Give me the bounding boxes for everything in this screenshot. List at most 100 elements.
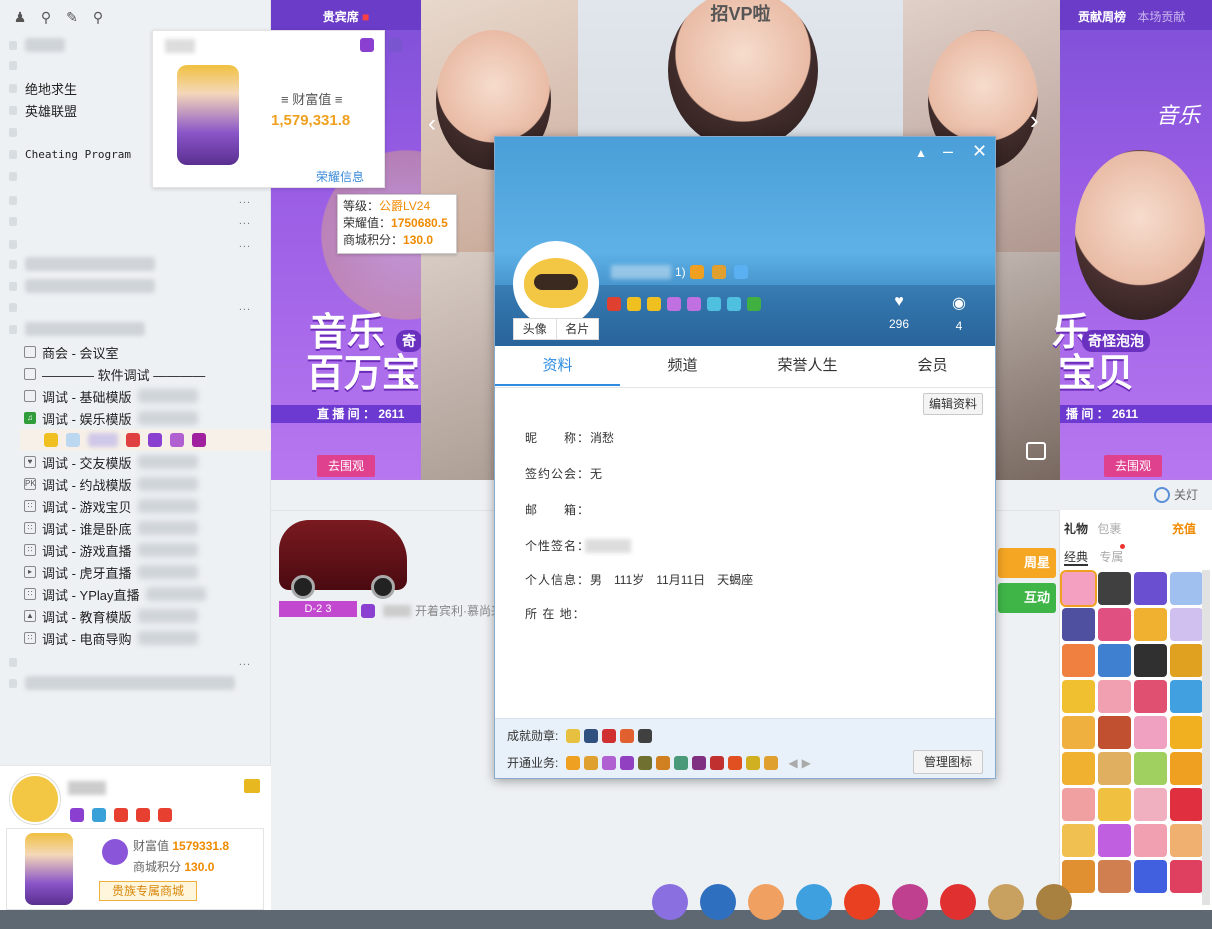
channel-item[interactable]: ∷ 调试 - YPlay直播	[24, 583, 271, 605]
service-icon[interactable]	[728, 755, 743, 770]
channel-item[interactable]: ♥ 调试 - 交友模版	[24, 451, 271, 473]
noble-mall-button[interactable]: 贵族专属商城	[99, 881, 197, 901]
gift-item[interactable]	[1098, 752, 1131, 785]
activity-icon[interactable]	[988, 884, 1024, 920]
gift-item[interactable]	[1170, 572, 1203, 605]
activity-icon[interactable]	[796, 884, 832, 920]
gift-item[interactable]	[1062, 824, 1095, 857]
note-icon[interactable]: ✎	[64, 9, 80, 25]
tab-gifts[interactable]: 礼物	[1064, 522, 1088, 536]
gift-item[interactable]	[1170, 860, 1203, 893]
activity-icon[interactable]	[1036, 884, 1072, 920]
gift-item[interactable]	[1170, 644, 1203, 677]
service-icon[interactable]	[764, 755, 779, 770]
search-icon[interactable]: ⚲	[90, 9, 106, 25]
recharge-link[interactable]: 充值	[1172, 520, 1196, 537]
gift-item[interactable]	[1098, 680, 1131, 713]
more-dots[interactable]: ...	[239, 301, 251, 313]
scroll-right-icon[interactable]: ▶	[802, 756, 811, 770]
gift-item[interactable]	[1098, 572, 1131, 605]
light-off-toggle[interactable]: 关灯	[1154, 486, 1198, 503]
prev-arrow-icon[interactable]: ‹	[428, 110, 436, 138]
channel-item[interactable]: 调试 - 基础模版	[24, 385, 271, 407]
more-dots[interactable]: ...	[239, 215, 251, 227]
channel-item[interactable]: ∷ 调试 - 游戏宝贝	[24, 495, 271, 517]
gift-item[interactable]	[1134, 608, 1167, 641]
service-icon[interactable]	[674, 755, 689, 770]
gift-item[interactable]	[1062, 788, 1095, 821]
sidebar-row[interactable]: ...	[0, 210, 271, 232]
channel-item[interactable]: ▸ 调试 - 虎牙直播	[24, 561, 271, 583]
gift-item[interactable]	[1170, 788, 1203, 821]
vip-seat-label[interactable]: 贵宾席 ■	[271, 0, 421, 30]
gift-item[interactable]	[1062, 716, 1095, 749]
go-watch-button[interactable]: 去围观	[317, 455, 375, 477]
wallet-icon[interactable]	[244, 779, 260, 793]
achievement-icon[interactable]	[584, 728, 599, 743]
service-icon[interactable]	[566, 755, 581, 770]
sidebar-row[interactable]: ...	[0, 296, 271, 318]
sidebar-row[interactable]: ...	[0, 189, 271, 211]
sidebar-row[interactable]	[0, 672, 271, 694]
more-dots[interactable]: ...	[239, 238, 251, 250]
service-icon[interactable]	[584, 755, 599, 770]
achievement-icon[interactable]	[620, 728, 635, 743]
channel-item[interactable]: ∷ 调试 - 谁是卧底	[24, 517, 271, 539]
gift-item[interactable]	[1098, 788, 1131, 821]
channel-item[interactable]: ∷ 调试 - 电商导购	[24, 627, 271, 649]
gift-item[interactable]	[1134, 680, 1167, 713]
sidebar-row[interactable]: ...	[0, 233, 271, 255]
sidebar-row[interactable]: ...	[0, 651, 271, 673]
manage-icons-button[interactable]: 管理图标	[913, 750, 983, 774]
likes-stat[interactable]: ♥ 296	[875, 293, 923, 331]
edit-profile-button[interactable]: 编辑资料	[923, 393, 983, 415]
gift-item[interactable]	[1098, 644, 1131, 677]
gift-item[interactable]	[1134, 788, 1167, 821]
week-star-button[interactable]: 周星	[998, 548, 1056, 578]
gift-item[interactable]	[1098, 824, 1131, 857]
tab-show-rank[interactable]: 本场贡献	[1137, 10, 1185, 24]
skin-icon[interactable]: ▲	[915, 146, 927, 160]
service-icon[interactable]	[656, 755, 671, 770]
honor-info-link[interactable]: 荣耀信息	[316, 168, 364, 185]
gift-item[interactable]	[1170, 752, 1203, 785]
gift-item[interactable]	[1062, 608, 1095, 641]
gift-item[interactable]	[1134, 644, 1167, 677]
activity-icon[interactable]	[748, 884, 784, 920]
channel-item[interactable]: PK 调试 - 约战模版	[24, 473, 271, 495]
channel-item[interactable]: ———— 软件调试 ————	[24, 363, 271, 385]
achievement-icon[interactable]	[602, 728, 617, 743]
gift-item[interactable]	[1098, 608, 1131, 641]
tab-package[interactable]: 包裹	[1097, 522, 1121, 536]
gift-item[interactable]	[1170, 824, 1203, 857]
gift-item[interactable]	[1170, 608, 1203, 641]
scroll-left-icon[interactable]: ◀	[788, 756, 797, 770]
sidebar-row[interactable]	[0, 253, 271, 275]
gift-item[interactable]	[1134, 824, 1167, 857]
gift-item[interactable]	[1170, 716, 1203, 749]
tab-profile[interactable]: 资料	[495, 346, 620, 386]
gift-item[interactable]	[1098, 716, 1131, 749]
service-icon[interactable]	[638, 755, 653, 770]
gift-item[interactable]	[1062, 644, 1095, 677]
badges-stat[interactable]: ◉ 4	[935, 293, 983, 333]
tab-honor[interactable]: 荣誉人生	[745, 346, 870, 386]
card-button[interactable]: 名片	[557, 319, 599, 339]
achievement-icon[interactable]	[638, 728, 653, 743]
location-icon[interactable]: ⚲	[38, 9, 54, 25]
gift-item[interactable]	[1134, 716, 1167, 749]
contacts-icon[interactable]: ♟	[12, 9, 28, 25]
tab-member[interactable]: 会员	[870, 346, 995, 386]
go-watch-button[interactable]: 去围观	[1104, 455, 1162, 477]
tab-classic[interactable]: 经典	[1064, 550, 1089, 566]
activity-icon[interactable]	[892, 884, 928, 920]
next-arrow-icon[interactable]: ›	[1030, 105, 1039, 136]
close-button[interactable]: ✕	[972, 141, 987, 162]
channel-item[interactable]: 商会 - 会议室	[24, 341, 271, 363]
channel-item[interactable]: ∷ 调试 - 游戏直播	[24, 539, 271, 561]
gift-item[interactable]	[1170, 680, 1203, 713]
gift-item[interactable]	[1062, 752, 1095, 785]
service-icon[interactable]	[620, 755, 635, 770]
avatar[interactable]	[10, 774, 60, 824]
activity-icon[interactable]	[940, 884, 976, 920]
